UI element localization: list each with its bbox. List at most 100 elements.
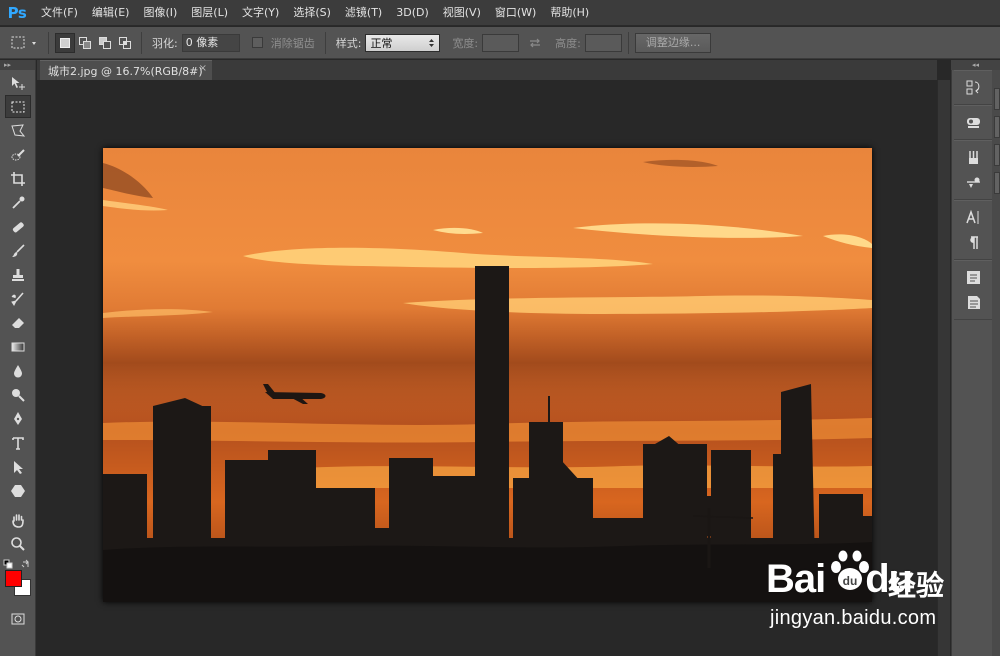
eraser-icon <box>12 317 24 328</box>
crop-icon <box>11 171 25 186</box>
dock-group-brushes <box>954 140 992 200</box>
type-tool[interactable] <box>5 431 31 454</box>
paragraph-panel-button[interactable] <box>954 230 992 255</box>
move-icon <box>12 76 25 90</box>
swap-arrows-icon <box>530 38 541 47</box>
quick-mask-button[interactable] <box>5 607 31 630</box>
dock-collapse-grip[interactable]: ◂◂ <box>951 60 1000 70</box>
menu-window[interactable]: 窗口(W) <box>488 0 543 26</box>
path-select-arrow-icon <box>14 460 23 474</box>
swap-dimensions-button[interactable] <box>525 33 545 53</box>
canvas-vertical-scrollbar[interactable] <box>937 80 950 656</box>
new-selection-button[interactable] <box>55 32 75 53</box>
pen-tool[interactable] <box>5 407 31 430</box>
tools-panel: ▸▸ <box>0 60 36 656</box>
close-document-icon[interactable]: × <box>199 63 207 74</box>
dock-collapsed-strip <box>992 70 1000 656</box>
style-select-value: 正常 <box>370 36 393 50</box>
refine-edge-button[interactable]: 调整边缘... <box>634 32 712 53</box>
pen-icon <box>14 411 22 425</box>
path-selection-tool[interactable] <box>5 455 31 478</box>
menu-bar: Ps 文件(F) 编辑(E) 图像(I) 图层(L) 文字(Y) 选择(S) 滤… <box>0 0 1000 26</box>
menu-3d[interactable]: 3D(D) <box>389 0 436 26</box>
new-selection-icon <box>60 37 70 48</box>
properties-panel-button[interactable] <box>954 110 992 135</box>
marquee-preset-icon <box>11 36 36 48</box>
document-tab-title: 城市2.jpg @ 16.7%(RGB/8#) <box>48 64 203 78</box>
default-colors-icon[interactable] <box>3 559 15 569</box>
shape-tool[interactable] <box>5 479 31 502</box>
brush-icon <box>12 243 25 257</box>
healing-brush-tool[interactable] <box>5 215 31 238</box>
feather-input[interactable]: 0 像素 <box>181 33 240 52</box>
dock-group-properties <box>954 105 992 140</box>
history-brush-tool[interactable] <box>5 287 31 310</box>
move-tool[interactable] <box>5 71 31 94</box>
zoom-tool[interactable] <box>5 532 31 555</box>
character-styles-button[interactable] <box>954 265 992 290</box>
collapsed-panel-tab[interactable] <box>994 144 1000 166</box>
hand-icon <box>12 513 24 528</box>
clone-source-button[interactable] <box>954 170 992 195</box>
canvas-area[interactable] <box>37 80 937 656</box>
paragraph-icon <box>969 236 978 249</box>
photoshop-logo: Ps <box>7 3 27 22</box>
dodge-icon <box>12 388 25 402</box>
crop-tool[interactable] <box>5 167 31 190</box>
history-panel-button[interactable] <box>954 75 992 100</box>
marquee-tool[interactable] <box>5 95 31 118</box>
clone-stamp-tool[interactable] <box>5 263 31 286</box>
eyedropper-tool[interactable] <box>5 191 31 214</box>
collapsed-panel-tab[interactable] <box>994 88 1000 110</box>
tool-preset-picker[interactable] <box>8 33 42 53</box>
lasso-tool[interactable] <box>5 119 31 142</box>
foreground-color-swatch[interactable] <box>5 570 22 587</box>
swap-colors-icon[interactable] <box>21 559 31 569</box>
width-input[interactable] <box>482 33 520 52</box>
eyedropper-icon <box>12 196 25 209</box>
menu-edit[interactable]: 编辑(E) <box>85 0 137 26</box>
brush-presets-button[interactable] <box>954 145 992 170</box>
paragraph-styles-button[interactable] <box>954 290 992 315</box>
panel-dock <box>951 70 1000 656</box>
collapsed-panel-tab[interactable] <box>994 116 1000 138</box>
options-divider <box>627 31 629 54</box>
antialias-label: 消除锯齿 <box>270 36 315 50</box>
quick-select-icon <box>11 148 25 160</box>
options-divider <box>141 31 142 54</box>
menu-filter[interactable]: 滤镜(T) <box>338 0 389 26</box>
menu-type[interactable]: 文字(Y) <box>235 0 286 26</box>
toolbox-collapse-grip[interactable]: ▸▸ <box>0 60 35 70</box>
menu-view[interactable]: 视图(V) <box>436 0 488 26</box>
height-input[interactable] <box>584 33 622 52</box>
menu-layer[interactable]: 图层(L) <box>184 0 235 26</box>
menu-select[interactable]: 选择(S) <box>286 0 338 26</box>
menu-help[interactable]: 帮助(H) <box>543 0 596 26</box>
intersect-selection-button[interactable] <box>115 33 135 53</box>
hand-tool[interactable] <box>5 508 31 531</box>
clone-source-icon <box>966 177 980 188</box>
quick-select-tool[interactable] <box>5 143 31 166</box>
collapsed-panel-tab[interactable] <box>994 172 1000 194</box>
add-selection-icon <box>79 36 91 49</box>
menu-image[interactable]: 图像(I) <box>136 0 184 26</box>
document-tab[interactable]: 城市2.jpg @ 16.7%(RGB/8#) × <box>40 60 212 80</box>
bandage-icon <box>12 221 24 232</box>
style-select[interactable]: 正常 <box>365 33 441 52</box>
subtract-from-selection-button[interactable] <box>95 33 115 53</box>
antialias-checkbox[interactable] <box>251 37 263 48</box>
dock-group-type <box>954 200 992 260</box>
add-to-selection-button[interactable] <box>75 33 95 53</box>
rectangular-marquee-icon <box>11 101 25 112</box>
blur-tool[interactable] <box>5 359 31 382</box>
city-sunset-photo[interactable] <box>103 148 872 602</box>
menu-file[interactable]: 文件(F) <box>34 0 85 26</box>
character-panel-button[interactable] <box>954 205 992 230</box>
dodge-tool[interactable] <box>5 383 31 406</box>
gradient-tool[interactable] <box>5 335 31 358</box>
quick-mask-icon <box>11 613 25 624</box>
brush-tool[interactable] <box>5 239 31 262</box>
color-swatches <box>0 559 35 605</box>
type-icon <box>12 436 24 450</box>
eraser-tool[interactable] <box>5 311 31 334</box>
